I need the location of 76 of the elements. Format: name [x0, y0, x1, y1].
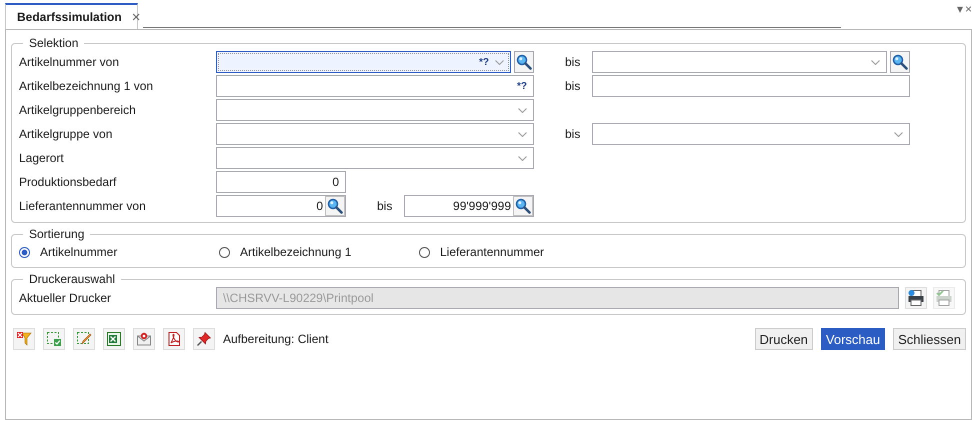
field-label: bis: [377, 199, 394, 213]
radio-button[interactable]: [219, 246, 230, 258]
field-label: Lagerort: [19, 151, 65, 165]
preview-button[interactable]: Vorschau: [820, 328, 886, 350]
spreadsheet-icon: [106, 331, 122, 347]
print-button[interactable]: Drucken: [754, 328, 813, 350]
group-title: Sortierung: [28, 227, 86, 241]
filter-icon: [16, 331, 32, 347]
selection-pencil-icon: [76, 331, 92, 347]
radio-button[interactable]: [19, 246, 30, 258]
text-field[interactable]: *?: [216, 75, 534, 97]
document-tab[interactable]: Bedarfssimulation ×: [5, 3, 138, 29]
printer-icon: [935, 289, 953, 307]
group-title: Druckerauswahl: [28, 272, 116, 286]
toolbar-button[interactable]: [163, 328, 185, 350]
group-title: Selektion: [28, 36, 80, 50]
chevron-down-icon: [518, 132, 527, 136]
dropdown-field[interactable]: [592, 51, 887, 73]
field-label: Artikelbezeichnung 1 von: [19, 79, 154, 93]
toolbar-button[interactable]: [193, 328, 215, 350]
search-icon: [515, 198, 531, 214]
chevron-down-icon: [871, 60, 880, 64]
dropdown-button[interactable]: ▾: [956, 3, 963, 15]
field-label: Artikelnummer von: [19, 55, 120, 69]
chevron-down-icon: [495, 60, 504, 64]
chevron-down-icon: [894, 132, 903, 136]
radio-label: Artikelbezeichnung 1: [240, 245, 352, 259]
wildcard-hint: *?: [479, 56, 489, 68]
search-button[interactable]: [890, 51, 910, 73]
text-field[interactable]: [592, 75, 910, 97]
toolbar-button[interactable]: [13, 328, 35, 350]
radio-label: Lieferantennummer: [440, 245, 544, 259]
field-label: Artikelgruppe von: [19, 127, 114, 141]
search-icon: [892, 54, 908, 70]
number-field[interactable]: 99'999'999: [404, 195, 534, 217]
number-field[interactable]: 0: [216, 195, 346, 217]
printer-icon: [907, 289, 925, 307]
radio-label: Artikelnummer: [40, 245, 118, 259]
dropdown-field[interactable]: [216, 99, 534, 121]
chevron-down-icon: [518, 108, 527, 112]
toolbar-button[interactable]: [133, 328, 155, 350]
field-label: bis: [565, 79, 582, 93]
dropdown-field[interactable]: [216, 147, 534, 169]
field-label: Artikelgruppenbereich: [19, 103, 137, 117]
envelope-icon: [136, 331, 152, 347]
chevron-down-icon: [518, 156, 527, 160]
wildcard-hint: *?: [517, 80, 527, 92]
tab-title: Bedarfssimulation: [17, 10, 122, 24]
close-button[interactable]: Schliessen: [893, 328, 966, 350]
pin-icon: [196, 331, 212, 347]
search-icon: [327, 198, 343, 214]
field-value: 99'999'999: [453, 199, 511, 213]
dropdown-field[interactable]: *?: [216, 51, 511, 73]
search-icon: [516, 54, 532, 70]
search-button[interactable]: [513, 196, 533, 216]
close-button[interactable]: ×: [964, 3, 972, 15]
field-label: Lieferantennummer von: [19, 199, 147, 213]
field-label: bis: [565, 127, 582, 141]
radio-button[interactable]: [419, 246, 430, 258]
toolbar-button[interactable]: [103, 328, 125, 350]
dropdown-field[interactable]: [592, 123, 910, 145]
search-button[interactable]: [514, 51, 534, 73]
field-label: Produktionsbedarf: [19, 175, 118, 189]
dropdown-field[interactable]: [216, 123, 534, 145]
field-value: \\CHSRVV-L90229\Printpool: [223, 291, 374, 305]
field-value: 0: [332, 175, 339, 189]
search-button[interactable]: [325, 196, 345, 216]
field-label: bis: [565, 55, 582, 69]
selection-check-icon: [46, 331, 62, 347]
field-label: Aktueller Drucker: [19, 291, 112, 305]
status-text: Aufbereitung: Client: [223, 332, 328, 346]
document-icon: [166, 331, 182, 347]
toolbar-button[interactable]: [73, 328, 95, 350]
close-tab-button[interactable]: ×: [132, 10, 140, 24]
field-value: 0: [316, 199, 323, 213]
number-field[interactable]: 0: [216, 171, 346, 193]
